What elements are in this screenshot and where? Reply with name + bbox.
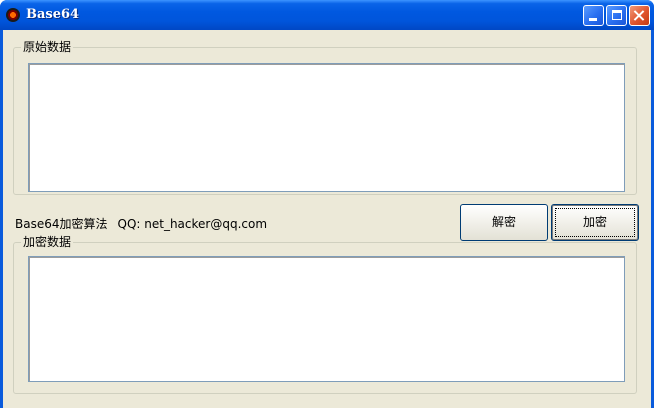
maximize-icon: [612, 10, 622, 20]
info-text: Base64加密算法 QQ: net_hacker@qq.com: [15, 216, 267, 232]
close-icon: [630, 6, 649, 25]
original-data-textarea[interactable]: [28, 63, 625, 192]
minimize-button[interactable]: [583, 5, 604, 26]
app-icon[interactable]: [6, 8, 20, 22]
algorithm-label: Base64加密算法: [15, 217, 108, 231]
encrypted-data-label: 加密数据: [21, 235, 74, 249]
encrypted-data-textarea[interactable]: [28, 256, 625, 382]
minimize-icon: [589, 18, 597, 21]
original-data-label: 原始数据: [21, 40, 74, 54]
focus-rect: [555, 208, 635, 237]
original-data-group: 原始数据: [13, 40, 637, 195]
maximize-button[interactable]: [606, 5, 627, 26]
encode-button[interactable]: 加密: [551, 204, 639, 241]
encrypted-data-group: 加密数据: [13, 235, 637, 394]
close-button[interactable]: [629, 5, 650, 26]
window-title: Base64: [26, 7, 80, 22]
decode-button[interactable]: 解密: [460, 204, 548, 241]
contact-label: QQ: net_hacker@qq.com: [117, 217, 268, 231]
app-window: Base64 原始数据 Base64加密算法 QQ: net_hacker@qq.…: [0, 0, 654, 408]
client-area: 原始数据 Base64加密算法 QQ: net_hacker@qq.com 解密 …: [3, 30, 651, 408]
title-bar[interactable]: Base64: [0, 0, 654, 30]
